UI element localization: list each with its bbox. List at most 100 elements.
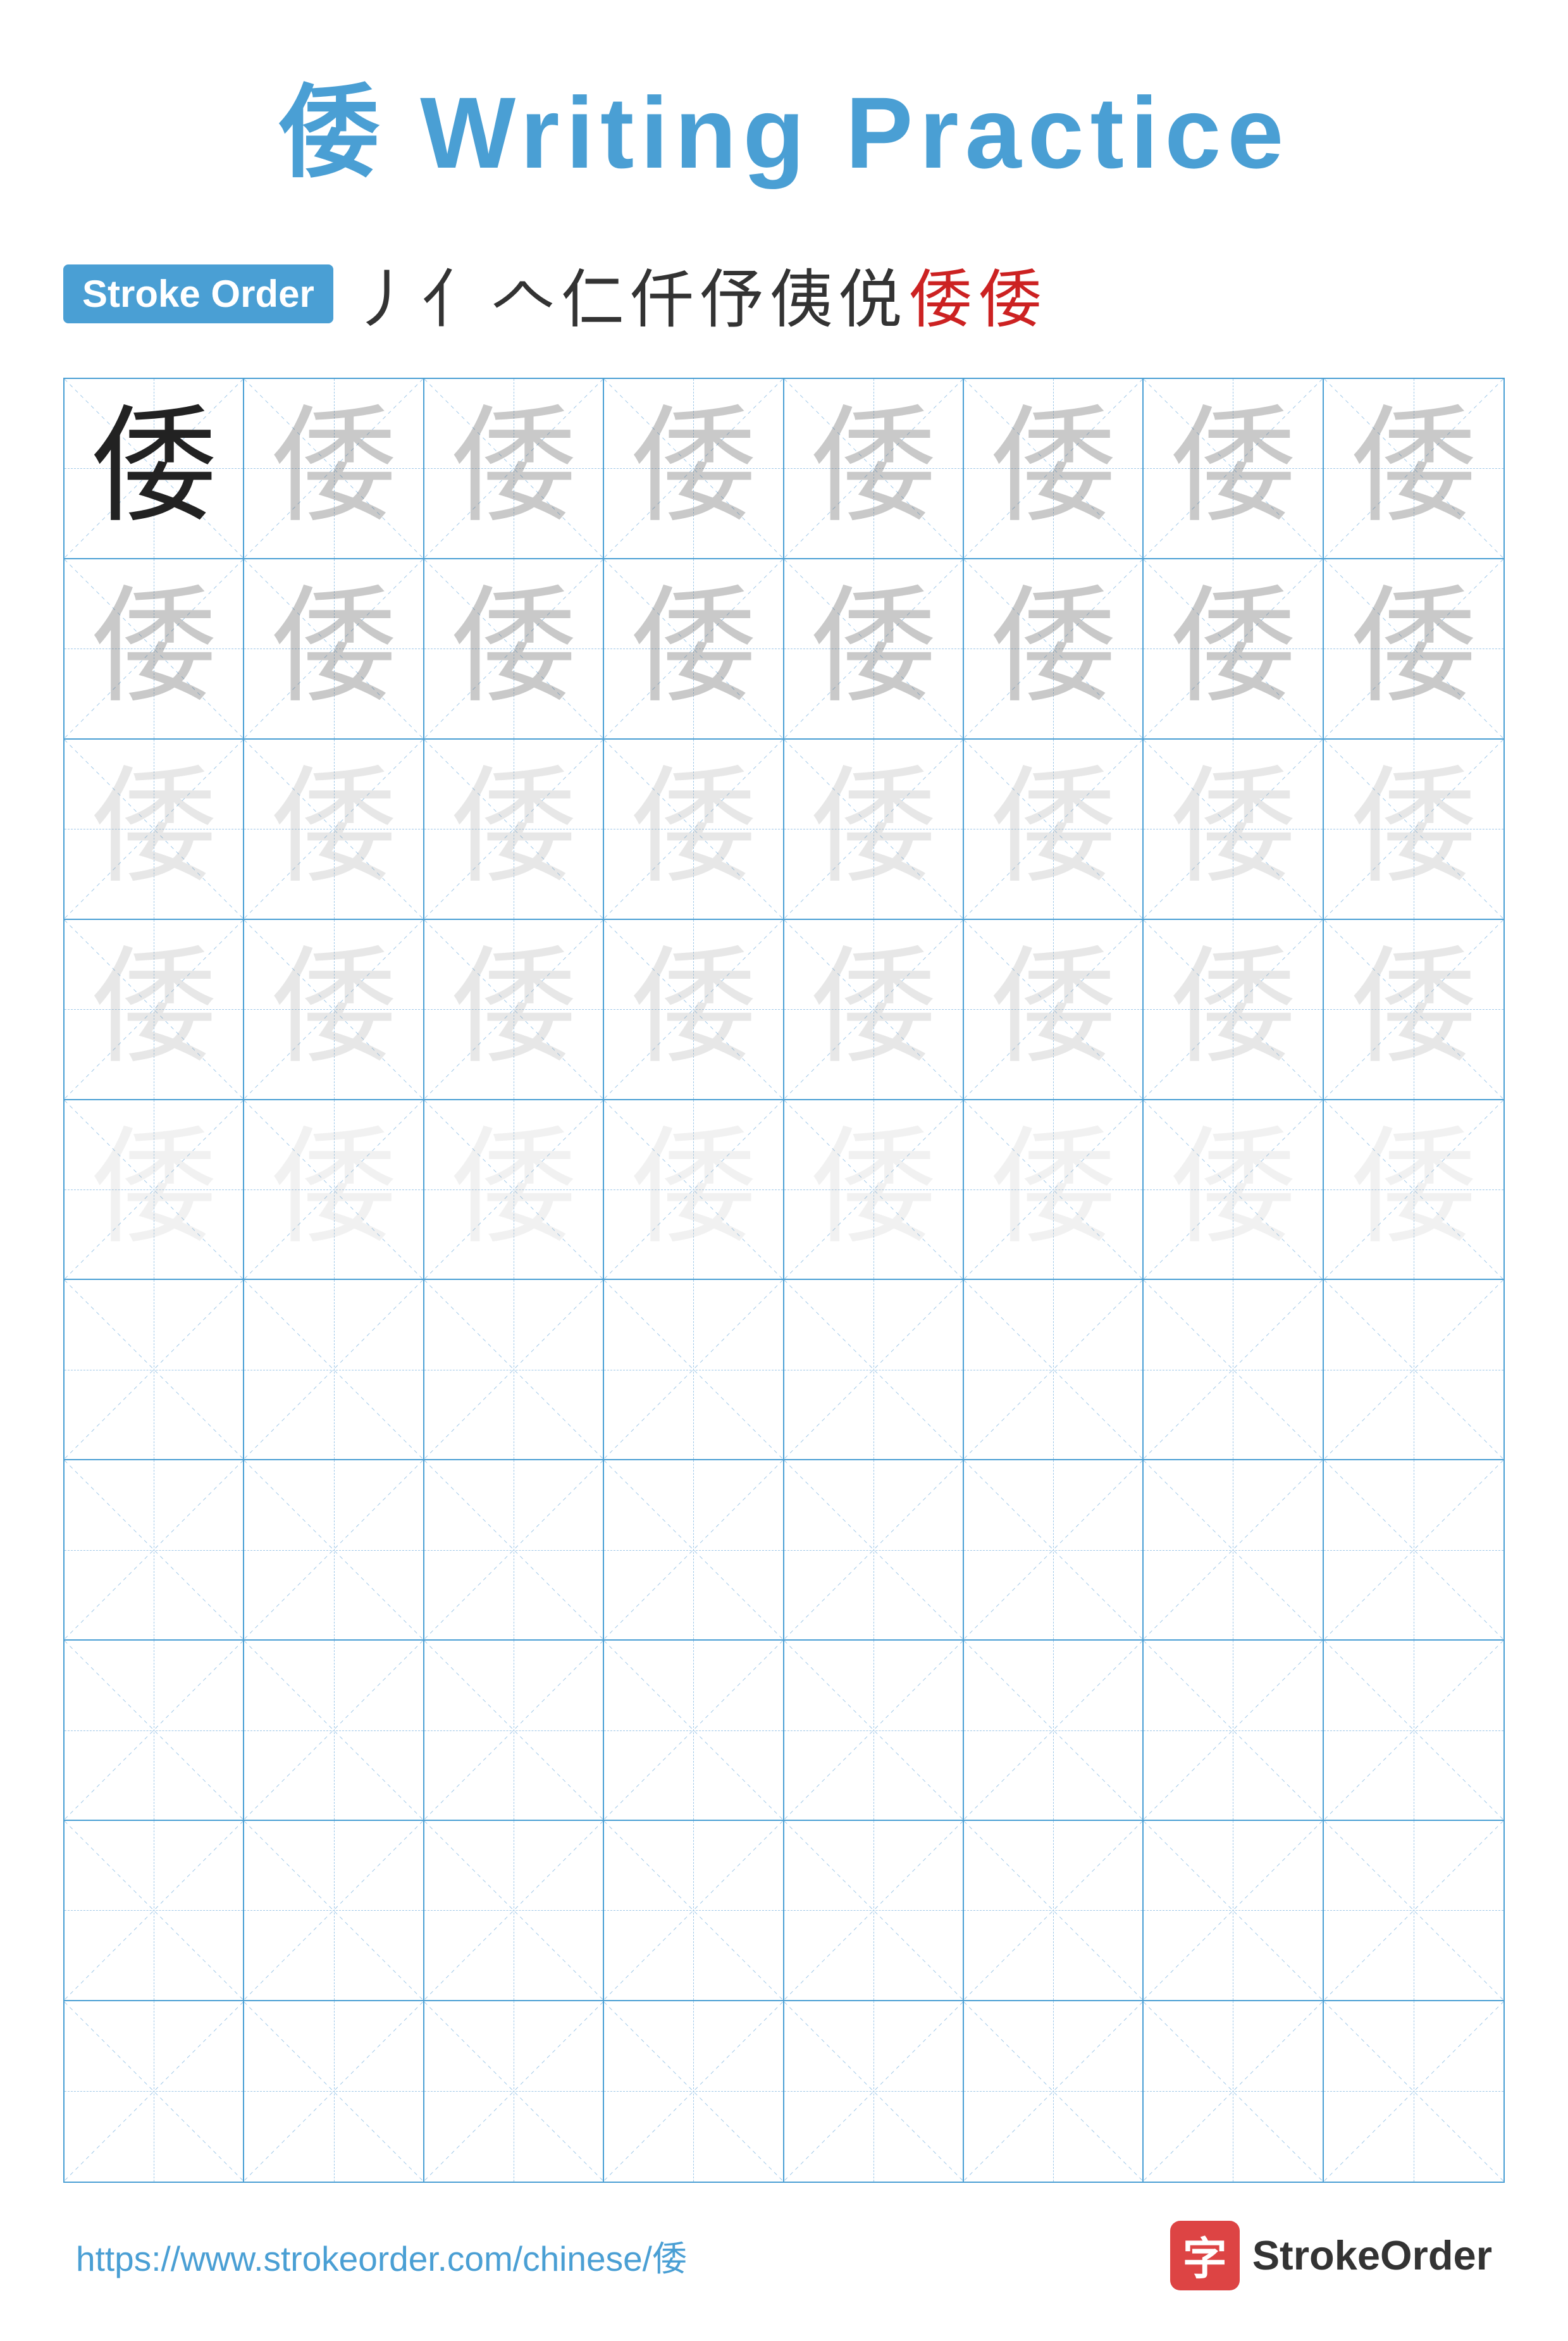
grid-cell[interactable]: 倭 <box>784 559 964 740</box>
grid-cell[interactable]: 倭 <box>1324 920 1503 1100</box>
grid-cell[interactable]: 倭 <box>784 379 964 559</box>
grid-cell[interactable]: 倭 <box>65 559 244 740</box>
grid-cell[interactable] <box>1324 1460 1503 1641</box>
grid-cell[interactable] <box>964 1641 1144 1821</box>
grid-cell[interactable]: 倭 <box>1144 740 1323 920</box>
grid-cell[interactable]: 倭 <box>424 379 604 559</box>
grid-cell[interactable] <box>604 1280 784 1460</box>
grid-cell[interactable]: 倭 <box>604 920 784 1100</box>
practice-char: 倭 <box>810 946 937 1072</box>
grid-row-9 <box>65 1821 1503 2001</box>
grid-cell[interactable] <box>1324 1280 1503 1460</box>
grid-cell[interactable]: 倭 <box>1324 1100 1503 1281</box>
grid-cell[interactable]: 倭 <box>1324 559 1503 740</box>
grid-cell[interactable] <box>964 1460 1144 1641</box>
grid-cell[interactable]: 倭 <box>244 920 424 1100</box>
grid-cell[interactable]: 倭 <box>964 1100 1144 1281</box>
grid-row-7 <box>65 1460 1503 1641</box>
grid-cell[interactable] <box>1324 1821 1503 2001</box>
grid-cell[interactable] <box>784 2001 964 2182</box>
grid-cell[interactable]: 倭 <box>1144 920 1323 1100</box>
grid-cell[interactable] <box>65 1280 244 1460</box>
grid-cell[interactable] <box>1144 2001 1323 2182</box>
grid-cell[interactable] <box>964 2001 1144 2182</box>
grid-cell[interactable] <box>1324 1641 1503 1821</box>
grid-row-8 <box>65 1641 1503 1821</box>
grid-cell[interactable] <box>1144 1460 1323 1641</box>
grid-cell[interactable]: 倭 <box>244 1100 424 1281</box>
grid-cell[interactable] <box>244 2001 424 2182</box>
grid-cell[interactable] <box>65 1460 244 1641</box>
grid-cell[interactable]: 倭 <box>65 379 244 559</box>
grid-cell[interactable] <box>784 1460 964 1641</box>
grid-cell[interactable]: 倭 <box>964 740 1144 920</box>
grid-cell[interactable]: 倭 <box>1144 1100 1323 1281</box>
grid-cell[interactable]: 倭 <box>424 920 604 1100</box>
grid-cell[interactable]: 倭 <box>604 740 784 920</box>
grid-cell[interactable]: 倭 <box>964 559 1144 740</box>
practice-char: 倭 <box>450 1126 577 1253</box>
grid-cell[interactable] <box>424 1641 604 1821</box>
grid-cell[interactable]: 倭 <box>424 559 604 740</box>
grid-cell[interactable]: 倭 <box>65 740 244 920</box>
grid-cell[interactable] <box>65 2001 244 2182</box>
footer-url[interactable]: https://www.strokeorder.com/chinese/倭 <box>76 2230 687 2281</box>
grid-cell[interactable]: 倭 <box>1324 379 1503 559</box>
grid-cell[interactable]: 倭 <box>784 740 964 920</box>
stroke-6: 伃 <box>700 248 763 340</box>
page: 倭 Writing Practice Stroke Order 丿 亻 𠆢 仁 … <box>0 0 1568 2341</box>
grid-cell[interactable] <box>1324 2001 1503 2182</box>
grid-cell[interactable] <box>424 1460 604 1641</box>
practice-char: 倭 <box>1170 405 1296 531</box>
practice-char: 倭 <box>1170 766 1296 892</box>
grid-cell[interactable] <box>604 2001 784 2182</box>
grid-cell[interactable]: 倭 <box>244 559 424 740</box>
grid-cell[interactable] <box>424 2001 604 2182</box>
stroke-2: 亻 <box>422 248 485 340</box>
grid-cell[interactable]: 倭 <box>1144 559 1323 740</box>
grid-row-6 <box>65 1280 1503 1460</box>
grid-cell[interactable]: 倭 <box>244 379 424 559</box>
grid-cell[interactable] <box>424 1280 604 1460</box>
grid-cell[interactable] <box>784 1821 964 2001</box>
grid-cell[interactable]: 倭 <box>1324 740 1503 920</box>
grid-cell[interactable]: 倭 <box>424 1100 604 1281</box>
grid-row-5: 倭 倭 倭 倭 倭 倭 倭 <box>65 1100 1503 1281</box>
grid-cell[interactable] <box>604 1641 784 1821</box>
grid-cell[interactable]: 倭 <box>65 1100 244 1281</box>
practice-char: 倭 <box>990 1126 1116 1253</box>
practice-char: 倭 <box>630 1126 756 1253</box>
grid-cell[interactable] <box>65 1641 244 1821</box>
grid-cell[interactable]: 倭 <box>784 920 964 1100</box>
grid-cell[interactable] <box>244 1821 424 2001</box>
grid-cell[interactable]: 倭 <box>604 1100 784 1281</box>
grid-cell[interactable]: 倭 <box>424 740 604 920</box>
practice-char: 倭 <box>810 1126 937 1253</box>
practice-char: 倭 <box>810 585 937 712</box>
grid-cell[interactable]: 倭 <box>964 920 1144 1100</box>
grid-cell[interactable]: 倭 <box>1144 379 1323 559</box>
practice-char: 倭 <box>990 585 1116 712</box>
grid-cell[interactable]: 倭 <box>784 1100 964 1281</box>
grid-cell[interactable] <box>604 1821 784 2001</box>
grid-cell[interactable] <box>604 1460 784 1641</box>
grid-cell[interactable] <box>244 1460 424 1641</box>
stroke-4: 仁 <box>561 248 624 340</box>
grid-cell[interactable]: 倭 <box>964 379 1144 559</box>
grid-cell[interactable] <box>1144 1641 1323 1821</box>
grid-cell[interactable] <box>784 1641 964 1821</box>
grid-cell[interactable] <box>964 1280 1144 1460</box>
grid-cell[interactable] <box>424 1821 604 2001</box>
practice-char: 倭 <box>630 946 756 1072</box>
grid-cell[interactable] <box>964 1821 1144 2001</box>
grid-cell[interactable] <box>784 1280 964 1460</box>
grid-cell[interactable]: 倭 <box>244 740 424 920</box>
grid-cell[interactable] <box>1144 1280 1323 1460</box>
grid-cell[interactable] <box>244 1280 424 1460</box>
grid-cell[interactable]: 倭 <box>604 379 784 559</box>
grid-cell[interactable]: 倭 <box>65 920 244 1100</box>
grid-cell[interactable] <box>1144 1821 1323 2001</box>
grid-cell[interactable] <box>65 1821 244 2001</box>
grid-cell[interactable] <box>244 1641 424 1821</box>
grid-cell[interactable]: 倭 <box>604 559 784 740</box>
